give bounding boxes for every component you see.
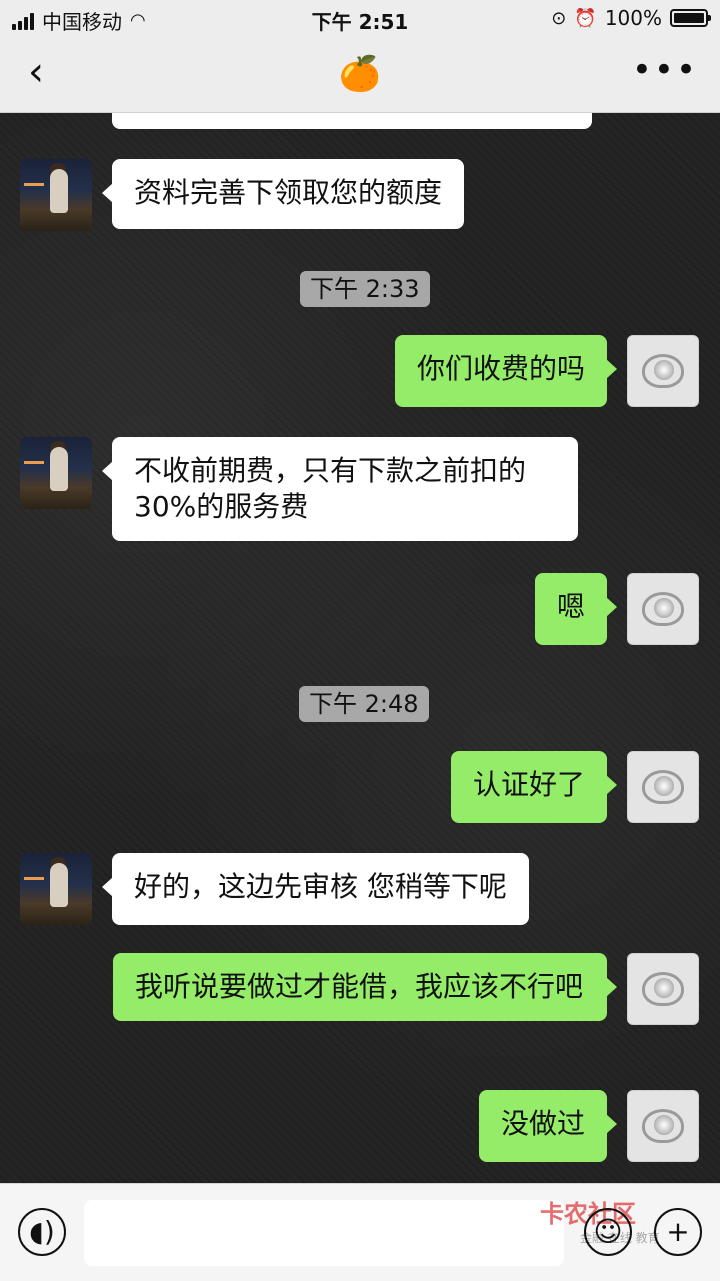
- chat-header: ‹ 🍊 •••: [0, 36, 720, 113]
- message-bubble-incoming[interactable]: 资料完善下领取您的额度: [101, 159, 465, 229]
- my-avatar[interactable]: [627, 751, 699, 823]
- status-right: ⊙ ⏰ 100%: [551, 6, 711, 30]
- chat-area[interactable]: 资料完善下领取您的额度 下午 2:33 你们收费的吗 不收前期费，只有下款之前扣…: [0, 113, 720, 1183]
- input-bar: ◖) 卡农社区 金融 在线 教育 ☺ +: [0, 1183, 720, 1281]
- message-bubble-outgoing[interactable]: 嗯: [534, 573, 618, 645]
- status-bar: 中国移动 ◠ 下午 2:51 ⊙ ⏰ 100%: [0, 0, 720, 36]
- message-bubble-incoming[interactable]: 好的，这边先审核 您稍等下呢: [102, 853, 529, 925]
- message-bubble-incoming[interactable]: 不收前期费，只有下款之前扣的30%的服务费: [102, 437, 578, 541]
- emoji-icon[interactable]: ☺: [584, 1208, 632, 1256]
- chat-title: 🍊: [338, 54, 382, 94]
- message-timestamp: 下午 2:48: [299, 686, 429, 722]
- ellipsis-icon[interactable]: •••: [632, 52, 698, 88]
- contact-avatar[interactable]: [20, 853, 92, 925]
- message-bubble-outgoing[interactable]: 我听说要做过才能借，我应该不行吧: [113, 953, 617, 1021]
- message-bubble-outgoing[interactable]: 认证好了: [450, 751, 618, 823]
- voice-icon[interactable]: ◖): [18, 1208, 66, 1256]
- message-bubble-outgoing[interactable]: 没做过: [478, 1090, 618, 1162]
- battery-icon: [670, 9, 711, 27]
- message-bubble-partial: [112, 113, 592, 129]
- orientation-lock-icon: ⊙: [551, 7, 567, 29]
- battery-label: 100%: [604, 6, 662, 30]
- my-avatar[interactable]: [627, 1090, 699, 1162]
- message-bubble-outgoing[interactable]: 你们收费的吗: [394, 335, 618, 407]
- my-avatar[interactable]: [627, 573, 699, 645]
- message-input[interactable]: [84, 1200, 564, 1266]
- contact-avatar[interactable]: [20, 159, 92, 231]
- plus-icon[interactable]: +: [654, 1208, 702, 1256]
- message-timestamp: 下午 2:33: [300, 271, 430, 307]
- my-avatar[interactable]: [627, 953, 699, 1025]
- my-avatar[interactable]: [627, 335, 699, 407]
- alarm-icon: ⏰: [574, 7, 597, 29]
- contact-avatar[interactable]: [20, 437, 92, 509]
